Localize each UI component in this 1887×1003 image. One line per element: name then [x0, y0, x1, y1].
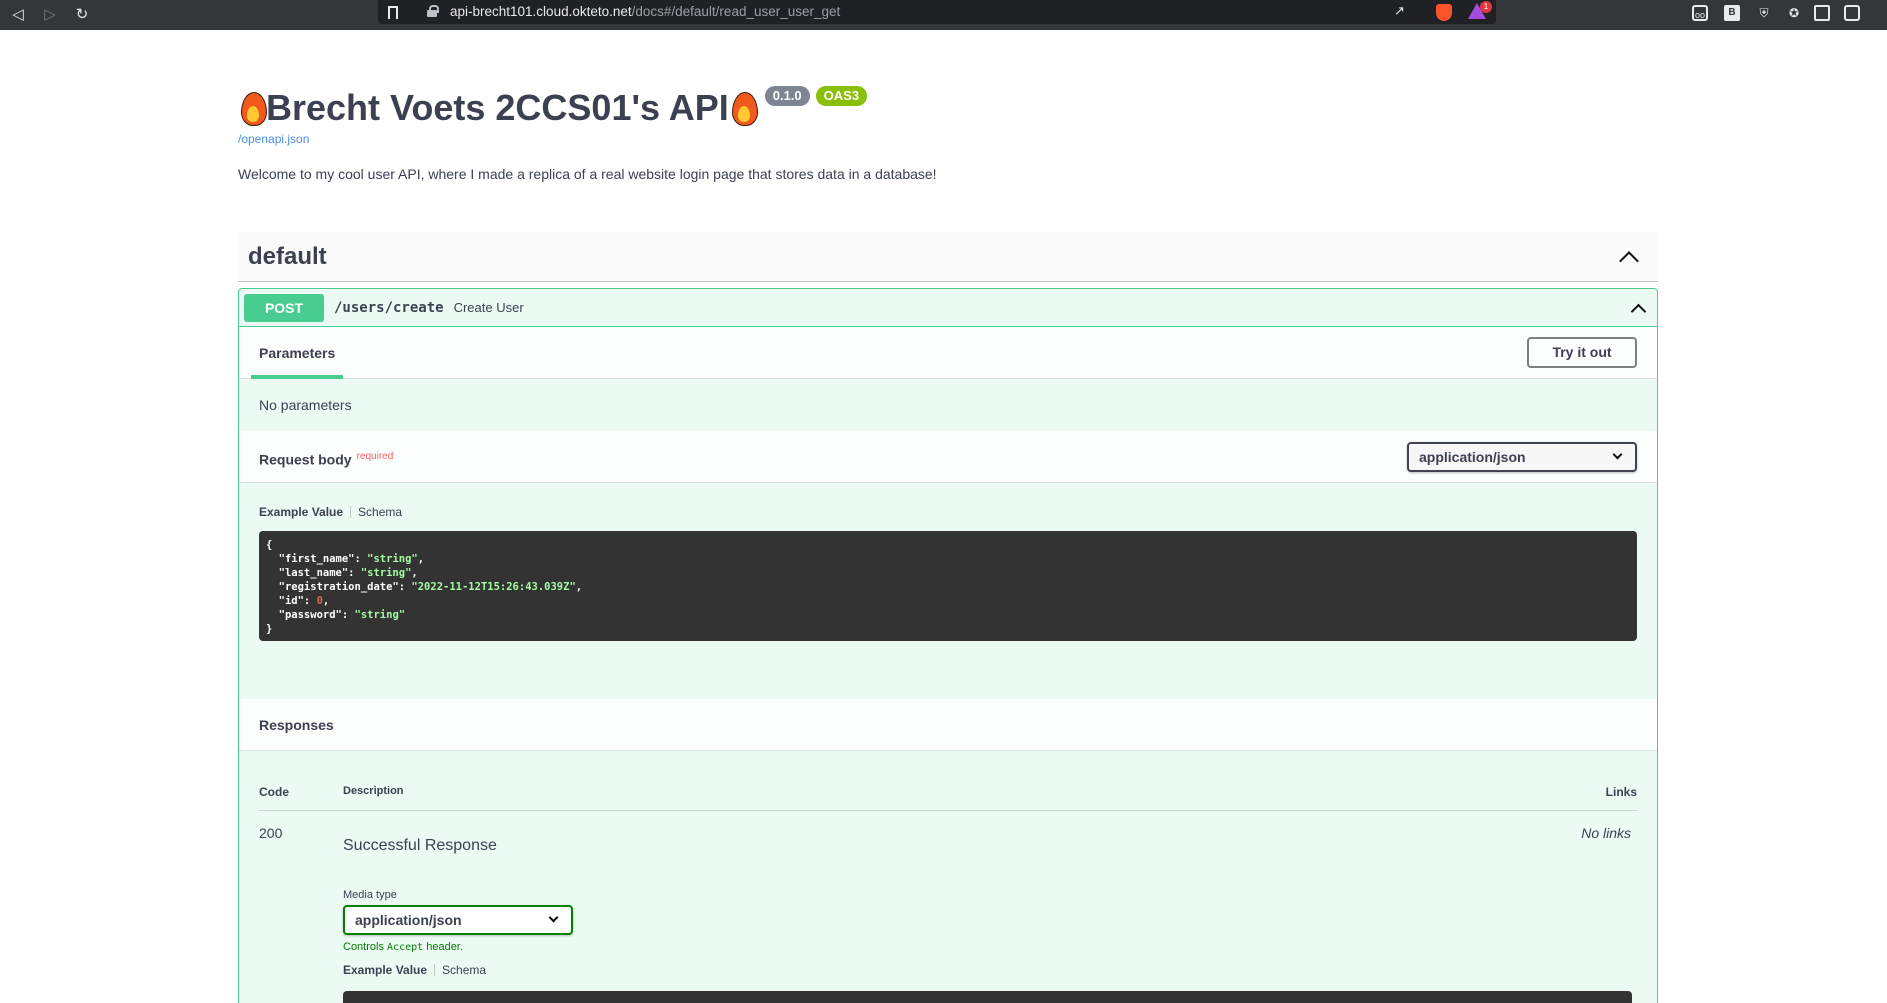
code-key: "first_name": [266, 553, 368, 565]
operation-summary-text: Create User [453, 300, 524, 315]
reader-mode-icon[interactable]: oo [1692, 5, 1708, 21]
response-example-code[interactable] [343, 991, 1632, 1003]
code-value: "2022-11-12T15:26:43.039Z" [411, 581, 576, 593]
method-badge: POST [244, 293, 324, 322]
try-it-out-button[interactable]: Try it out [1527, 337, 1637, 368]
version-badge: 0.1.0 [764, 86, 810, 106]
code-key: "last_name": [266, 567, 361, 579]
code-line: "id": 0, [266, 595, 330, 607]
responses-table: Code Description Links 200 Successful Re… [239, 751, 1657, 1003]
example-json-code[interactable]: { "first_name": "string", "last_name": "… [259, 531, 1637, 641]
responses-table-header: Code Description Links [259, 751, 1637, 811]
response-row: 200 Successful Response No links Media t… [259, 811, 1637, 1003]
chevron-up-icon[interactable] [1630, 303, 1647, 319]
oas-badge: OAS3 [815, 86, 868, 106]
code-line: "registration_date": "2022-11-12T15:26:4… [266, 581, 582, 593]
code-punct: , [411, 567, 418, 579]
content-type-select[interactable]: application/json [1407, 441, 1637, 472]
request-body-example: Example Value Schema { "first_name": "st… [239, 483, 1657, 641]
tag-name: default [248, 242, 327, 270]
code-key: "registration_date": [266, 581, 412, 593]
api-info: Brecht Voets 2CCS01's API 0.1.0 OAS3 /op… [238, 84, 868, 146]
media-type-label: Media type [343, 889, 397, 901]
lock-icon[interactable] [427, 5, 439, 17]
operation-path: /users/create [334, 299, 444, 316]
response-model-tabs: Example Value Schema [343, 963, 486, 977]
schema-tab[interactable]: Schema [358, 505, 402, 519]
parameters-header: Parameters Try it out [239, 327, 1657, 379]
page-title: Brecht Voets 2CCS01's API [266, 87, 729, 128]
controls-accept-note: Controls Accept header. [343, 941, 463, 953]
request-body-header: Request body required application/json [239, 431, 1657, 483]
tag-section-default: default POST /users/create Create User P… [238, 232, 1658, 1003]
browser-toolbar: ◁ ▷ ↻ api-brecht101.cloud.okteto.net/doc… [0, 0, 1887, 30]
code-value: "string" [360, 567, 412, 579]
response-links: No links [1581, 825, 1631, 841]
operation-summary[interactable]: POST /users/create Create User [239, 289, 1657, 327]
response-example-value-tab[interactable]: Example Value [343, 963, 427, 977]
request-body-label: Request body required [259, 450, 394, 468]
brave-shields-icon[interactable] [1436, 4, 1452, 21]
fire-emoji-icon [238, 86, 267, 128]
forward-icon[interactable]: ▷ [38, 3, 62, 27]
chevron-up-icon[interactable] [1619, 250, 1639, 271]
code-key: "password": [266, 609, 355, 621]
no-parameters-text: No parameters [259, 397, 352, 413]
operation-block-post: POST /users/create Create User Parameter… [238, 288, 1658, 1003]
required-mark: required [356, 450, 394, 462]
openapi-json-link[interactable]: /openapi.json [238, 132, 867, 146]
sidebar-toggle-icon[interactable] [1814, 5, 1830, 21]
responses-header: Responses [239, 699, 1657, 751]
shield-extension-icon[interactable]: ⛨ [1756, 5, 1772, 21]
response-schema-tab[interactable]: Schema [442, 963, 486, 977]
reload-icon[interactable]: ↻ [70, 3, 94, 27]
code-brace: } [266, 623, 273, 635]
code-line: "last_name": "string", [266, 567, 418, 579]
api-description: Welcome to my cool user API, where I mad… [238, 166, 937, 182]
wallet-icon[interactable] [1844, 5, 1860, 21]
response-description: Successful Response [343, 837, 497, 854]
back-icon[interactable]: ◁ [6, 3, 30, 27]
url-text[interactable]: api-brecht101.cloud.okteto.net/docs#/def… [450, 4, 840, 19]
code-brace: { [266, 539, 273, 551]
bookmark-icon[interactable] [388, 6, 398, 19]
code-line: "first_name": "string", [266, 553, 424, 565]
example-value-tab[interactable]: Example Value [259, 505, 343, 519]
chevron-down-icon [548, 912, 559, 923]
code-value: "string" [367, 553, 418, 565]
col-description: Description [343, 785, 404, 797]
extension-b-icon[interactable]: B [1724, 5, 1740, 21]
media-type-select[interactable]: application/json [343, 905, 573, 935]
extensions-puzzle-icon[interactable]: ✪ [1786, 5, 1802, 21]
code-punct: , [417, 553, 425, 565]
tag-header[interactable]: default [238, 232, 1658, 282]
code-key: "id": [266, 595, 317, 607]
rewards-badge: 1 [1480, 1, 1492, 13]
code-punct: , [575, 581, 583, 593]
col-links: Links [1605, 785, 1637, 799]
address-bar[interactable]: api-brecht101.cloud.okteto.net/docs#/def… [378, 0, 1496, 24]
response-code: 200 [259, 825, 283, 841]
share-icon[interactable]: ↗ [1394, 3, 1405, 19]
code-punct: , [322, 595, 330, 607]
col-code: Code [259, 785, 289, 799]
code-value: "string" [354, 609, 406, 621]
tab-divider [350, 506, 352, 518]
code-line: "password": "string" [266, 609, 405, 621]
tab-parameters[interactable]: Parameters [250, 327, 344, 379]
chevron-down-icon [1612, 449, 1623, 459]
fire-emoji-icon [729, 86, 758, 128]
tab-divider [434, 964, 436, 976]
